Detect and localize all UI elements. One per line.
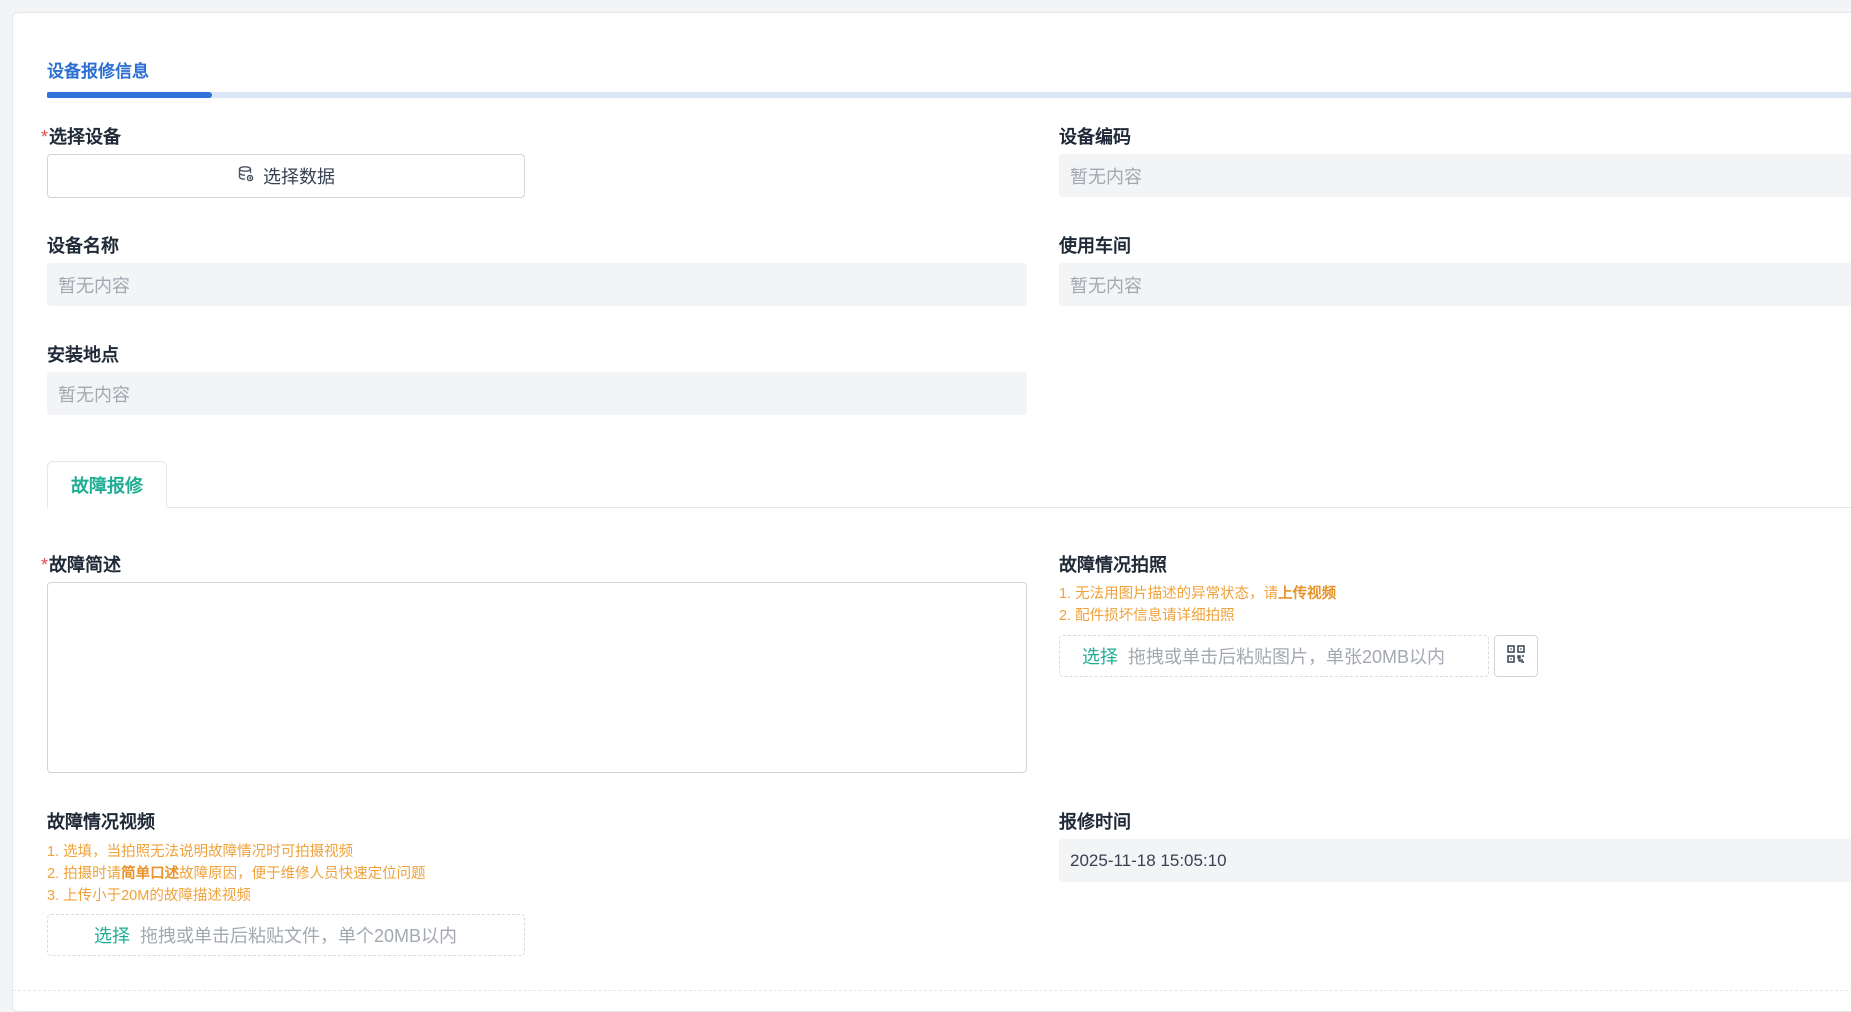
required-marker: * <box>41 127 49 147</box>
video-upload-placeholder: 拖拽或单击后粘贴文件，单个20MB以内 <box>140 926 458 946</box>
fault-description-label: *故障简述 <box>41 555 122 575</box>
device-code-field: 暂无内容 <box>1059 154 1851 197</box>
fault-video-hints: 1. 选填，当拍照无法说明故障情况时可拍摄视频 2. 拍摄时请简单口述故障原因，… <box>47 841 426 907</box>
repair-form-card: 设备报修信息 *选择设备 选择数据 设备编码 暂无内容 设备名称 暂无内容 使用… <box>12 12 1851 1012</box>
device-name-field: 暂无内容 <box>47 263 1027 306</box>
qr-code-button[interactable] <box>1494 635 1538 677</box>
select-data-button[interactable]: 选择数据 <box>47 154 525 198</box>
tab-fault-repair[interactable]: 故障报修 <box>47 461 167 508</box>
section-progress-fill <box>47 92 212 98</box>
section-progress-track <box>47 92 1851 98</box>
photo-upload-placeholder: 拖拽或单击后粘贴图片，单张20MB以内 <box>1128 647 1446 667</box>
repair-time-field: 2025-11-18 15:05:10 <box>1059 839 1851 882</box>
section-title: 设备报修信息 <box>47 62 149 81</box>
video-hint-1: 1. 选填，当拍照无法说明故障情况时可拍摄视频 <box>47 844 354 860</box>
tab-bar-divider <box>47 507 1851 508</box>
required-marker: * <box>41 555 49 575</box>
fault-photo-label: 故障情况拍照 <box>1059 555 1167 575</box>
qr-code-icon <box>1506 644 1526 669</box>
database-icon <box>237 165 255 188</box>
video-upload-select-link[interactable]: 选择 <box>94 922 130 948</box>
location-label: 安装地点 <box>47 345 119 365</box>
photo-hint-1: 1. 无法用图片描述的异常状态，请上传视频 <box>1059 586 1337 602</box>
select-device-label: *选择设备 <box>41 127 122 147</box>
device-code-label: 设备编码 <box>1059 127 1131 147</box>
photo-hint-2: 2. 配件损坏信息请详细拍照 <box>1059 608 1235 624</box>
device-name-label: 设备名称 <box>47 236 119 256</box>
video-upload-dropzone[interactable]: 选择 拖拽或单击后粘贴文件，单个20MB以内 <box>47 914 525 956</box>
fault-description-textarea[interactable] <box>47 582 1027 773</box>
fault-video-label: 故障情况视频 <box>47 812 155 832</box>
photo-upload-select-link[interactable]: 选择 <box>1082 643 1118 669</box>
location-field: 暂无内容 <box>47 372 1027 415</box>
photo-upload-dropzone[interactable]: 选择 拖拽或单击后粘贴图片，单张20MB以内 <box>1059 635 1489 677</box>
footer-divider <box>13 990 1851 991</box>
fault-photo-hints: 1. 无法用图片描述的异常状态，请上传视频 2. 配件损坏信息请详细拍照 <box>1059 583 1336 627</box>
repair-time-label: 报修时间 <box>1059 812 1131 832</box>
video-hint-3: 3. 上传小于20M的故障描述视频 <box>47 888 251 904</box>
video-hint-2: 2. 拍摄时请简单口述故障原因，便于维修人员快速定位问题 <box>47 866 426 882</box>
workshop-field: 暂无内容 <box>1059 263 1851 306</box>
workshop-label: 使用车间 <box>1059 236 1131 256</box>
